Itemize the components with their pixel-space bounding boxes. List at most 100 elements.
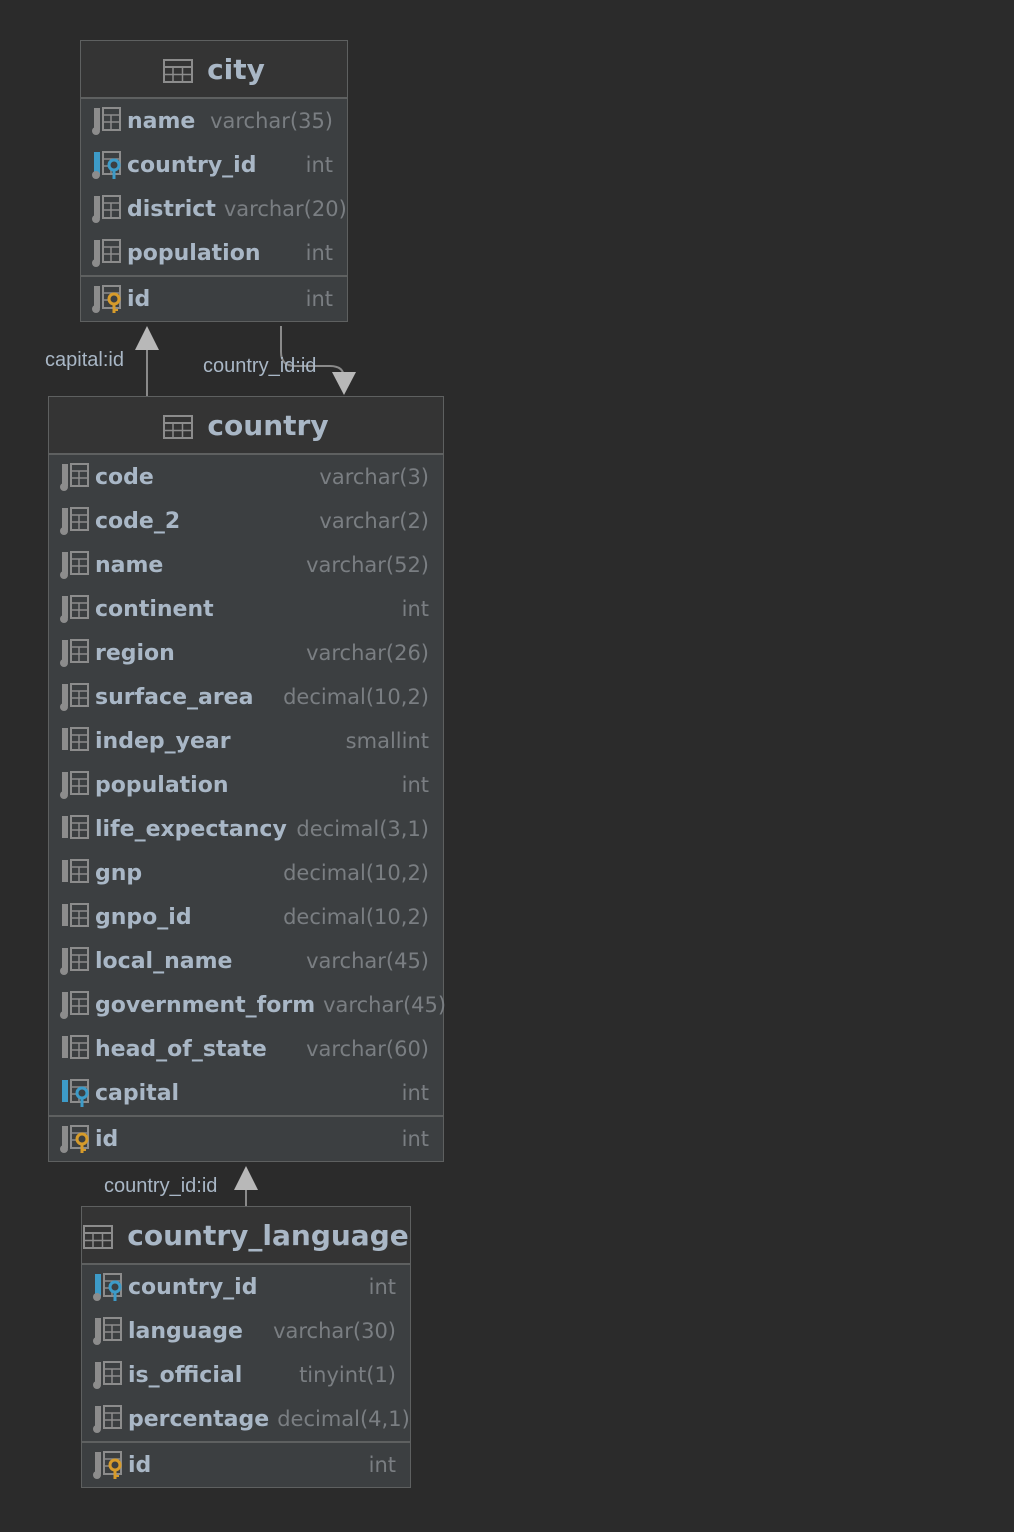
field-type: int — [305, 241, 333, 265]
field-name: local_name — [95, 948, 233, 974]
relation-capital-arrow — [135, 326, 159, 350]
table-title: city — [207, 52, 265, 86]
table-country-language[interactable]: country_language country_id int language var… — [81, 1206, 411, 1488]
field-type: varchar(45) — [306, 949, 429, 973]
table-title: country_language — [127, 1218, 409, 1252]
field-row-region[interactable]: region varchar(26) — [49, 631, 443, 675]
field-name: population — [95, 772, 229, 798]
field-type: decimal(4,1) — [277, 1407, 410, 1431]
field-name: region — [95, 640, 175, 666]
field-row-name[interactable]: name varchar(52) — [49, 543, 443, 587]
field-row-surface-area[interactable]: surface_area decimal(10,2) — [49, 675, 443, 719]
field-type: int — [305, 287, 333, 311]
field-type: decimal(10,2) — [283, 685, 429, 709]
table-country[interactable]: country code varchar(3) code_2 varchar(2) nam… — [48, 396, 447, 1162]
table-city[interactable]: city name varchar(35) country_id int district… — [80, 40, 348, 322]
field-type: int — [368, 1453, 396, 1477]
field-type: varchar(45) — [323, 993, 447, 1017]
field-name: head_of_state — [95, 1036, 267, 1062]
field-name: gnpo_id — [95, 904, 192, 930]
field-row-name[interactable]: name varchar(35) — [81, 99, 347, 143]
table-icon — [83, 1223, 114, 1249]
field-type: int — [401, 1127, 429, 1151]
field-name: id — [128, 1452, 152, 1478]
field-name: percentage — [128, 1406, 270, 1432]
field-row-life-expectancy[interactable]: life_expectancy decimal(3,1) — [49, 807, 443, 851]
foreign-key-column-icon — [59, 1078, 91, 1108]
field-name: continent — [95, 596, 214, 622]
field-name: surface_area — [95, 684, 254, 710]
column-icon — [59, 682, 91, 712]
field-row-code[interactable]: code varchar(3) — [49, 455, 443, 499]
column-icon — [59, 1034, 91, 1064]
field-type: varchar(26) — [306, 641, 429, 665]
column-icon — [59, 550, 91, 580]
field-name: indep_year — [95, 728, 231, 754]
column-icon — [59, 990, 91, 1020]
column-icon — [59, 814, 91, 844]
field-name: district — [127, 196, 216, 222]
field-row-district[interactable]: district varchar(20) — [81, 187, 347, 231]
primary-key-row[interactable]: id int — [49, 1115, 443, 1161]
primary-key-row[interactable]: id int — [81, 275, 347, 321]
field-name: name — [127, 108, 196, 134]
field-row-gnp[interactable]: gnp decimal(10,2) — [49, 851, 443, 895]
column-icon — [59, 770, 91, 800]
field-type: int — [401, 1081, 429, 1105]
field-row-country-id[interactable]: country_id int — [82, 1265, 410, 1309]
relation-language-country-label: country_id:id — [104, 1175, 218, 1197]
field-row-capital[interactable]: capital int — [49, 1071, 443, 1115]
field-name: country_id — [128, 1274, 258, 1300]
field-type: varchar(20) — [223, 197, 347, 221]
field-type: varchar(30) — [273, 1319, 396, 1343]
table-header[interactable]: country_language — [82, 1207, 410, 1265]
field-row-is-official[interactable]: is_official tinyint(1) — [82, 1353, 410, 1397]
field-row-population[interactable]: population int — [81, 231, 347, 275]
relation-language-country-arrow — [234, 1166, 258, 1190]
column-icon — [92, 1404, 124, 1434]
table-header[interactable]: city — [81, 41, 347, 99]
field-type: int — [368, 1275, 396, 1299]
field-row-percentage[interactable]: percentage decimal(4,1) — [82, 1397, 410, 1441]
column-icon — [92, 1316, 124, 1346]
field-row-local-name[interactable]: local_name varchar(45) — [49, 939, 443, 983]
column-icon — [92, 1360, 124, 1390]
field-name: name — [95, 552, 164, 578]
relation-capital-label: capital:id — [45, 349, 124, 371]
column-icon — [59, 462, 91, 492]
field-row-population[interactable]: population int — [49, 763, 443, 807]
field-name: is_official — [128, 1362, 243, 1388]
field-type: varchar(35) — [210, 109, 333, 133]
field-type: decimal(10,2) — [283, 905, 429, 929]
field-row-country-id[interactable]: country_id int — [81, 143, 347, 187]
relation-city-country-arrow — [332, 372, 356, 395]
field-name: language — [128, 1318, 243, 1344]
field-type: int — [305, 153, 333, 177]
field-row-indep-year[interactable]: indep_year smallint — [49, 719, 443, 763]
column-icon — [59, 594, 91, 624]
column-icon — [59, 726, 91, 756]
field-row-code-2[interactable]: code_2 varchar(2) — [49, 499, 443, 543]
column-icon — [59, 506, 91, 536]
field-row-government-form[interactable]: government_form varchar(45) — [49, 983, 447, 1027]
field-type: int — [401, 773, 429, 797]
table-icon — [163, 413, 194, 439]
field-name: gnp — [95, 860, 143, 886]
field-name: capital — [95, 1080, 180, 1106]
field-row-gnpo-id[interactable]: gnpo_id decimal(10,2) — [49, 895, 443, 939]
field-type: varchar(3) — [319, 465, 429, 489]
column-icon — [59, 946, 91, 976]
field-row-head-of-state[interactable]: head_of_state varchar(60) — [49, 1027, 443, 1071]
column-icon — [59, 858, 91, 888]
column-icon — [59, 902, 91, 932]
relation-city-country-label: country_id:id — [203, 355, 317, 377]
field-name: government_form — [95, 992, 316, 1018]
field-type: varchar(2) — [319, 509, 429, 533]
table-header[interactable]: country — [49, 397, 443, 455]
field-row-continent[interactable]: continent int — [49, 587, 443, 631]
field-type: smallint — [345, 729, 429, 753]
primary-key-row[interactable]: id int — [82, 1441, 410, 1487]
field-name: population — [127, 240, 261, 266]
field-name: code — [95, 464, 154, 490]
field-row-language[interactable]: language varchar(30) — [82, 1309, 410, 1353]
